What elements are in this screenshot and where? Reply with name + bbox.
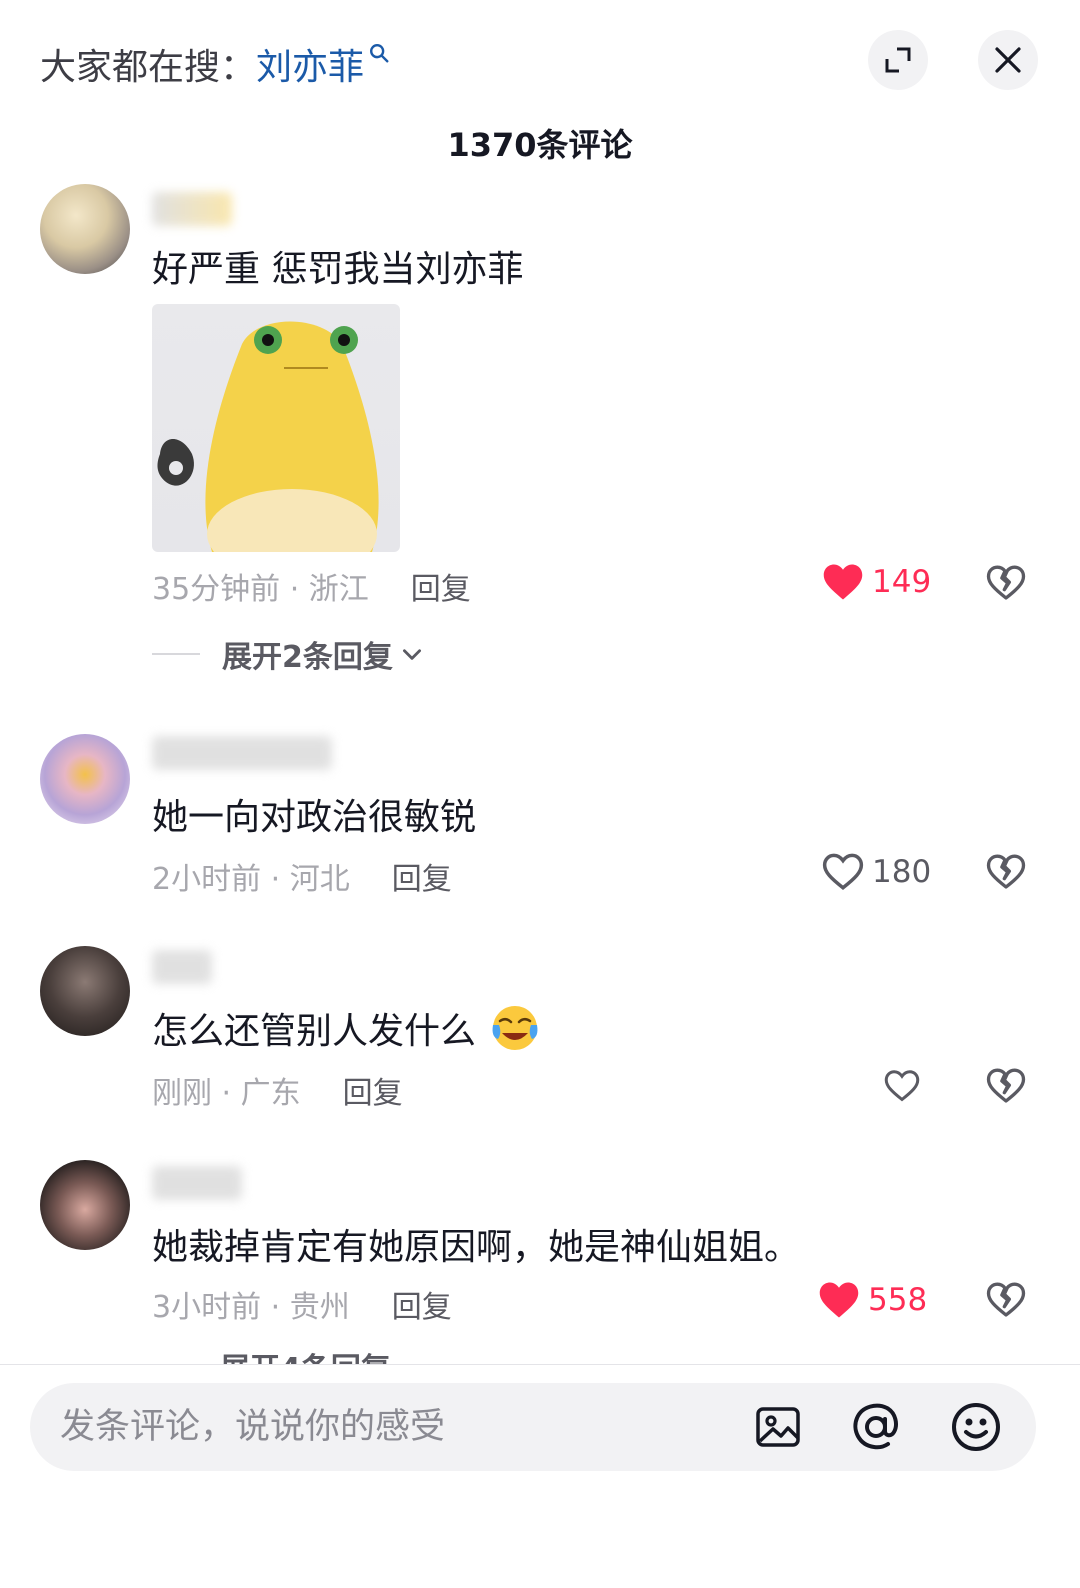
comment-text: 怎么还管别人发什么 (152, 1002, 540, 1054)
comment-text: 她一向对政治很敏锐 (152, 797, 477, 838)
heart-outline-icon (822, 853, 864, 890)
expand-replies-label: 展开2条回复 (222, 640, 393, 675)
like-button[interactable]: 558 (818, 1280, 938, 1320)
image-icon (756, 1407, 800, 1447)
avatar[interactable] (40, 1160, 130, 1250)
comment-meta: 3小时前 · 贵州 回复 (152, 1282, 452, 1326)
reply-button[interactable]: 回复 (411, 564, 471, 608)
heart-filled-icon (823, 564, 863, 600)
username-blurred[interactable] (152, 192, 232, 226)
like-count: 149 (872, 564, 932, 600)
username-blurred[interactable] (152, 1166, 242, 1200)
comment-meta: 刚刚 · 广东 回复 (152, 1068, 403, 1112)
reply-button[interactable]: 回复 (343, 1068, 403, 1112)
image-button[interactable] (752, 1401, 804, 1453)
laughing-crying-emoji-icon (492, 1006, 538, 1050)
close-button[interactable] (978, 30, 1038, 90)
like-button[interactable]: 180 (822, 852, 942, 892)
search-hint-prefix: 大家都在搜： (40, 47, 257, 88)
comment-text-content: 怎么还管别人发什么 (152, 1011, 477, 1052)
comment-count: 1370条评论 (447, 126, 633, 164)
expand-button[interactable] (868, 30, 928, 90)
comment-meta: 2小时前 · 河北 回复 (152, 854, 452, 898)
search-hint-keyword[interactable]: 刘亦菲 (256, 38, 364, 90)
username-blurred[interactable] (152, 950, 212, 984)
comment-sticker-image[interactable] (152, 304, 400, 552)
heart-filled-icon (819, 1282, 859, 1318)
time-location: 刚刚 · 广东 (152, 1076, 301, 1111)
comment-meta: 35分钟前 · 浙江 回复 (152, 564, 471, 608)
avatar[interactable] (40, 946, 130, 1036)
like-count: 180 (872, 854, 932, 890)
emoji-button[interactable] (950, 1401, 1002, 1453)
broken-heart-icon[interactable] (986, 563, 1026, 603)
reply-button[interactable]: 回复 (392, 1282, 452, 1326)
broken-heart-icon[interactable] (986, 1280, 1026, 1320)
expand-icon (885, 47, 911, 73)
comment-input-pill (30, 1383, 1036, 1471)
search-icon (370, 44, 389, 63)
time-location: 35分钟前 · 浙江 (152, 572, 369, 607)
comment-composer (0, 1364, 1080, 1588)
comment-input[interactable] (60, 1383, 740, 1471)
expand-replies-peek[interactable]: 展开4条回复 (220, 1344, 391, 1366)
divider-line (152, 653, 200, 655)
avatar[interactable] (40, 184, 130, 274)
heart-outline-icon (884, 1070, 920, 1102)
close-icon (995, 47, 1021, 73)
comment-text: 好严重 惩罚我当刘亦菲 (152, 249, 524, 290)
broken-heart-icon[interactable] (986, 1066, 1026, 1106)
broken-heart-icon[interactable] (986, 852, 1026, 892)
like-button[interactable]: 149 (822, 562, 942, 602)
comment-sheet: 大家都在搜： 刘亦菲 1370条评论 好严重 惩罚我当刘亦菲 35分钟前 · 浙… (0, 0, 1080, 1588)
username-blurred[interactable] (152, 736, 332, 770)
expand-replies-button[interactable]: 展开2条回复 (152, 632, 425, 676)
chevron-down-icon (402, 649, 421, 660)
reply-button[interactable]: 回复 (392, 854, 452, 898)
at-icon (853, 1403, 898, 1450)
comment-text: 她裁掉肯定有她原因啊，她是神仙姐姐。 (152, 1227, 801, 1268)
yellow-creature-sticker (157, 321, 379, 552)
emoji-icon (952, 1403, 1000, 1451)
time-location: 2小时前 · 河北 (152, 862, 350, 897)
mention-button[interactable] (850, 1401, 902, 1453)
time-location: 3小时前 · 贵州 (152, 1290, 350, 1325)
like-count: 558 (868, 1282, 928, 1318)
avatar[interactable] (40, 734, 130, 824)
like-button[interactable] (884, 1066, 928, 1106)
search-suggestion[interactable]: 大家都在搜： 刘亦菲 (40, 38, 390, 90)
